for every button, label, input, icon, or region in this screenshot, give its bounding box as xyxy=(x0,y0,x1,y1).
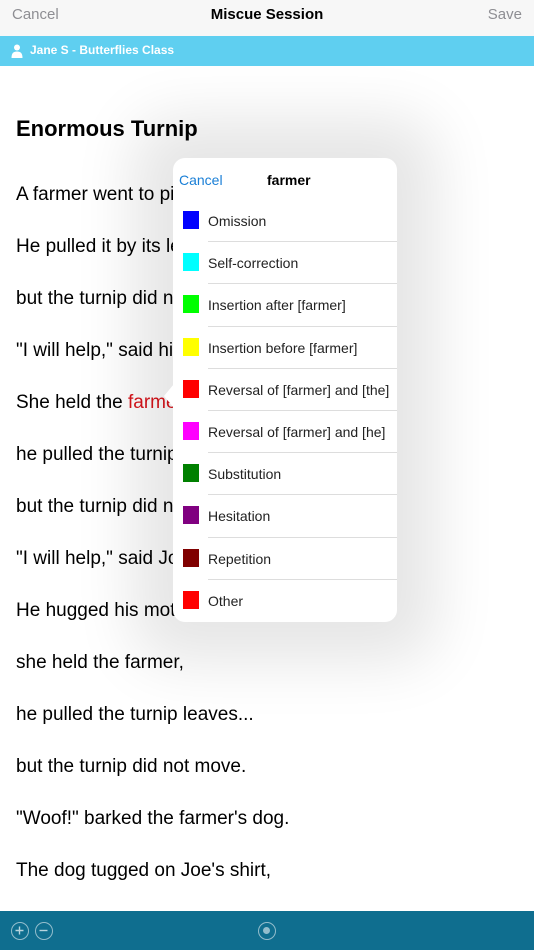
record-icon[interactable] xyxy=(258,922,276,940)
person-icon xyxy=(11,44,23,58)
color-swatch xyxy=(183,590,199,609)
miscue-option-insertion-before[interactable]: Insertion before [farmer] xyxy=(173,327,397,369)
story-word[interactable]: She held the xyxy=(16,392,128,413)
navigation-bar: Cancel Miscue Session Save xyxy=(0,0,534,36)
story-line[interactable]: but the turnip did not xyxy=(16,496,189,518)
bottom-toolbar xyxy=(0,911,534,950)
miscue-option-label: Omission xyxy=(208,213,267,229)
student-label: Jane S - Butterflies Class xyxy=(30,43,175,57)
story-line[interactable]: She held the farmer, xyxy=(16,392,187,414)
color-swatch xyxy=(183,295,199,314)
color-swatch xyxy=(183,337,199,356)
story-line[interactable]: "Woof!" barked the farmer's dog. xyxy=(16,808,289,830)
miscue-option-omission[interactable]: Omission xyxy=(173,200,397,243)
plus-circle-icon[interactable] xyxy=(11,922,29,940)
miscue-option-self-correction[interactable]: Self-correction xyxy=(173,242,397,285)
color-swatch xyxy=(183,253,199,272)
popover-cancel-button[interactable]: Cancel xyxy=(179,172,223,188)
minus-circle-icon[interactable] xyxy=(35,922,53,940)
miscue-option-label: Repetition xyxy=(208,550,272,567)
story-line[interactable]: but the turnip did not xyxy=(16,288,189,310)
miscue-option-label: Reversal of [farmer] and [the] xyxy=(208,381,390,398)
popover-header: Cancel farmer xyxy=(173,158,397,200)
story-line[interactable]: he pulled the turnip le xyxy=(16,444,198,466)
story-line[interactable]: she held the farmer, xyxy=(16,652,184,674)
miscue-type-list: Omission Self-correction Insertion after… xyxy=(173,200,397,622)
miscue-option-label: Other xyxy=(208,592,244,609)
miscue-option-label: Insertion after [farmer] xyxy=(208,297,346,314)
story-line[interactable]: but the turnip did not move. xyxy=(16,756,246,778)
color-swatch xyxy=(183,379,199,398)
student-bar: Jane S - Butterflies Class xyxy=(0,36,534,66)
save-button[interactable]: Save xyxy=(488,6,522,23)
miscue-option-label: Substitution xyxy=(208,466,282,483)
miscue-option-other[interactable]: Other xyxy=(173,580,397,622)
miscue-option-reversal-the[interactable]: Reversal of [farmer] and [the] xyxy=(173,369,397,411)
color-swatch xyxy=(183,548,199,567)
miscue-option-insertion-after[interactable]: Insertion after [farmer] xyxy=(173,284,397,327)
page-title: Miscue Session xyxy=(210,6,324,23)
story-line[interactable]: he pulled the turnip leaves... xyxy=(16,704,254,726)
miscue-option-hesitation[interactable]: Hesitation xyxy=(173,495,397,538)
popover-title: farmer xyxy=(267,172,311,188)
story-line[interactable]: A farmer went to pick xyxy=(16,184,193,206)
miscue-option-label: Hesitation xyxy=(208,508,271,525)
story-line[interactable]: The dog tugged on Joe's shirt, xyxy=(16,860,271,882)
color-swatch xyxy=(183,506,199,525)
color-swatch xyxy=(183,464,199,483)
miscue-option-label: Reversal of [farmer] and [he] xyxy=(208,423,386,440)
miscue-option-substitution[interactable]: Substitution xyxy=(173,453,397,496)
story-title: Enormous Turnip xyxy=(16,116,198,141)
miscue-option-reversal-he[interactable]: Reversal of [farmer] and [he] xyxy=(173,411,397,454)
miscue-option-label: Insertion before [farmer] xyxy=(208,339,358,356)
story-line[interactable]: "I will help," said Joe. xyxy=(16,548,194,570)
miscue-option-label: Self-correction xyxy=(208,255,299,272)
color-swatch xyxy=(183,421,199,440)
color-swatch xyxy=(183,211,199,229)
miscue-option-repetition[interactable]: Repetition xyxy=(173,538,397,580)
story-line[interactable]: He hugged his mothe xyxy=(16,600,197,622)
